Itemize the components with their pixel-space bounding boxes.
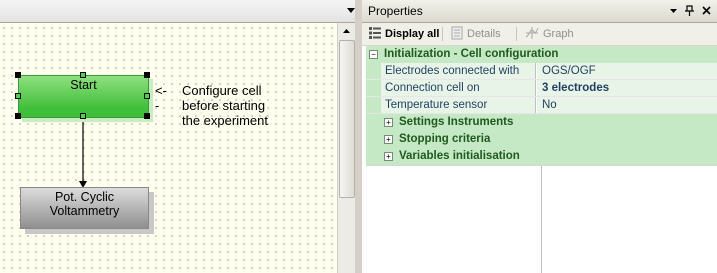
property-name: Electrodes connected with — [381, 63, 536, 79]
start-node-label: Start — [70, 78, 97, 92]
property-row[interactable]: Connection cell on 3 electrodes — [366, 80, 717, 97]
document-icon — [451, 26, 463, 40]
property-grid: − Initialization - Cell configuration El… — [366, 46, 717, 165]
scrollbar-thumb[interactable] — [339, 40, 355, 198]
toolbar-separator — [516, 27, 517, 41]
properties-panel: Properties Display all Details Graph − I… — [362, 0, 717, 273]
display-all-label: Display all — [385, 28, 440, 40]
property-value[interactable]: 3 electrodes — [537, 80, 717, 96]
vertical-scrollbar[interactable] — [337, 23, 355, 273]
category-label: Stopping criteria — [399, 133, 491, 145]
dropdown-icon[interactable] — [667, 4, 680, 17]
row-gutter — [366, 63, 381, 79]
properties-toolbar: Display all Details Graph — [362, 23, 717, 46]
cv-node-label-line2: Voltammetry — [49, 204, 120, 218]
property-name: Connection cell on — [381, 80, 536, 96]
row-gutter — [366, 97, 381, 113]
property-value[interactable]: No — [537, 97, 717, 113]
resize-handle[interactable] — [15, 72, 21, 78]
resize-handle[interactable] — [80, 72, 86, 78]
column-splitter[interactable] — [541, 166, 542, 273]
resize-handle[interactable] — [15, 93, 21, 99]
category-row[interactable]: + Variables initialisation — [366, 148, 717, 165]
workflow-designer[interactable]: Start Pot. Cyclic Voltammetry <-- Config… — [0, 0, 362, 273]
annotation-line: before starting — [182, 98, 266, 113]
toolbar-separator — [442, 27, 443, 41]
resize-handle[interactable] — [80, 113, 86, 119]
properties-title-bar: Properties — [362, 0, 717, 23]
row-gutter — [366, 80, 381, 96]
annotation-line: Configure cell — [182, 83, 262, 98]
category-label: Settings Instruments — [399, 116, 514, 128]
panel-title: Properties — [368, 4, 423, 18]
details-button[interactable]: Details — [450, 26, 501, 42]
expand-icon[interactable]: + — [384, 118, 393, 127]
cv-node-label-line1: Pot. Cyclic — [54, 190, 115, 204]
graph-label: Graph — [543, 28, 574, 40]
resize-handle[interactable] — [144, 72, 150, 78]
close-icon[interactable] — [700, 4, 713, 17]
category-label: Variables initialisation — [399, 150, 520, 162]
property-row[interactable]: Temperature sensor No — [366, 97, 717, 114]
graph-icon — [525, 27, 539, 39]
resize-handle[interactable] — [144, 93, 150, 99]
property-name: Temperature sensor — [381, 97, 536, 113]
expand-icon[interactable]: + — [384, 135, 393, 144]
pin-icon[interactable] — [683, 4, 696, 17]
display-all-button[interactable]: Display all — [368, 26, 439, 42]
category-row[interactable]: + Settings Instruments — [366, 114, 717, 131]
resize-handle[interactable] — [15, 113, 21, 119]
category-label: Initialization - Cell configuration — [384, 48, 559, 60]
list-view-icon — [369, 27, 381, 39]
resize-handle[interactable] — [144, 113, 150, 119]
annotation-arrow: <-- — [155, 83, 167, 113]
collapse-icon[interactable]: − — [369, 50, 378, 59]
category-row[interactable]: + Stopping criteria — [366, 131, 717, 148]
flow-connector — [79, 118, 87, 188]
property-row[interactable]: Electrodes connected with OGS/OGF — [366, 63, 717, 80]
expand-icon[interactable]: + — [384, 152, 393, 161]
graph-button[interactable]: Graph — [524, 26, 574, 42]
panel-splitter[interactable] — [355, 0, 362, 273]
category-row[interactable]: − Initialization - Cell configuration — [366, 46, 717, 63]
details-label: Details — [467, 28, 501, 40]
annotation-line: the experiment — [182, 113, 268, 128]
property-value[interactable]: OGS/OGF — [537, 63, 717, 79]
cyclic-voltammetry-node[interactable]: Pot. Cyclic Voltammetry — [20, 187, 149, 229]
scroll-up-icon[interactable] — [338, 23, 355, 39]
start-node[interactable]: Start — [18, 75, 149, 118]
